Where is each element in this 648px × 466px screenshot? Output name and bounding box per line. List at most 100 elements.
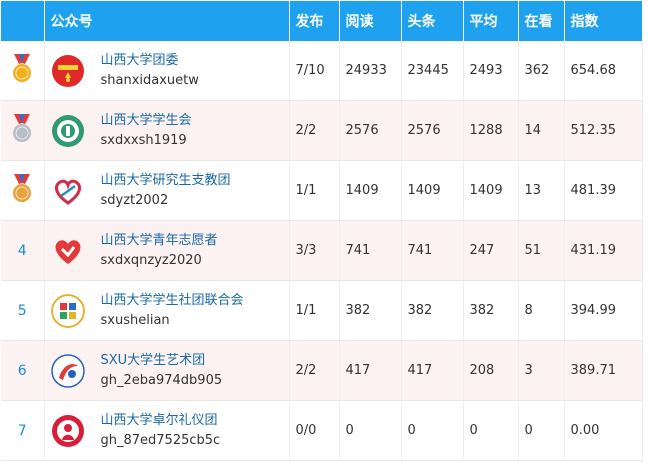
watching-value: 362 (518, 41, 565, 101)
rank-number: 7 (17, 422, 27, 439)
account-id: sdyzt2002 (100, 192, 169, 208)
gold-medal-icon (11, 53, 33, 88)
account-cell: 山西大学研究生支教团 sdyzt2002 (44, 160, 290, 221)
headline-value: 2576 (401, 100, 464, 161)
account-name[interactable]: 山西大学卓尔礼仪团 (101, 411, 221, 431)
rank-number: 4 (17, 242, 27, 259)
index-value[interactable]: 481.39 (564, 160, 643, 221)
rank-cell (1, 160, 45, 221)
heart-ribbon-icon[interactable] (51, 174, 85, 208)
header-account[interactable]: 公众号 (44, 1, 290, 41)
bronze-medal-icon (11, 173, 33, 208)
header-headline[interactable]: 头条 (401, 1, 464, 41)
table-row[interactable]: 山西大学学生会 sxdxxsh1919 2/2 2576 2576 1288 1… (1, 100, 643, 161)
header-published[interactable]: 发布 (289, 1, 340, 41)
account-name[interactable]: 山西大学学生会 (101, 111, 192, 131)
average-value: 247 (463, 220, 519, 281)
etiquette-team-icon[interactable] (51, 414, 85, 448)
watching-value: 51 (518, 220, 565, 281)
index-value[interactable]: 512.35 (564, 100, 643, 161)
published-value: 1/1 (289, 280, 340, 341)
account-name[interactable]: 山西大学研究生支教团 (101, 171, 231, 191)
reads-value: 24933 (339, 41, 402, 101)
published-value: 7/10 (289, 41, 340, 101)
header-index[interactable]: 指数 (564, 1, 643, 41)
index-value[interactable]: 394.99 (564, 280, 643, 341)
average-value: 0 (463, 400, 519, 461)
reads-value: 741 (339, 220, 402, 281)
reads-value: 2576 (339, 100, 402, 161)
account-name[interactable]: 山西大学青年志愿者 (101, 231, 218, 251)
rank-number: 6 (17, 362, 27, 379)
headline-value: 1409 (401, 160, 464, 221)
average-value: 382 (463, 280, 519, 341)
account-id: gh_2eba974db905 (100, 372, 223, 388)
account-id: gh_87ed7525cb5c (100, 432, 221, 448)
header-average[interactable]: 平均 (463, 1, 519, 41)
headline-value: 23445 (401, 41, 464, 101)
account-name[interactable]: 山西大学团委 (101, 51, 199, 71)
reads-value: 0 (339, 400, 402, 461)
account-cell: SXU大学生艺术团 gh_2eba974db905 (44, 340, 290, 401)
watching-value: 14 (518, 100, 565, 161)
rank-cell: 7 (1, 400, 45, 461)
table-row[interactable]: 6 SXU大学生艺术团 gh_2eba974db905 2/2 417 417 … (1, 340, 643, 401)
table-row[interactable]: 7 山西大学卓尔礼仪团 gh_87ed7525cb5c 0/0 0 0 0 0 … (1, 400, 643, 461)
club-union-icon[interactable] (50, 293, 85, 328)
rank-cell (1, 100, 45, 161)
ranking-table: 公众号 发布 阅读 头条 平均 在看 指数 山西大学团委 shanxidaxue… (1, 1, 643, 461)
header-rank (1, 1, 45, 41)
table-row[interactable]: 山西大学团委 shanxidaxuetw 7/10 24933 23445 24… (1, 41, 643, 101)
account-cell: 山西大学学生社团联合会 sxushelian (44, 280, 290, 341)
published-value: 1/1 (289, 160, 340, 221)
rank-cell: 5 (1, 280, 45, 341)
headline-value: 417 (401, 340, 464, 401)
table-row[interactable]: 山西大学研究生支教团 sdyzt2002 1/1 1409 1409 1409 … (1, 160, 643, 221)
published-value: 3/3 (289, 220, 340, 281)
average-value: 2493 (463, 41, 519, 101)
headline-value: 382 (401, 280, 464, 341)
index-value[interactable]: 389.71 (564, 340, 643, 401)
account-id: sxdxxsh1919 (100, 132, 187, 148)
header-watching[interactable]: 在看 (518, 1, 565, 41)
published-value: 2/2 (289, 340, 340, 401)
published-value: 0/0 (289, 400, 340, 461)
average-value: 1409 (463, 160, 519, 221)
watching-value: 13 (518, 160, 565, 221)
headline-value: 741 (401, 220, 464, 281)
rank-cell: 4 (1, 220, 45, 281)
table-row[interactable]: 4 山西大学青年志愿者 sxdxqnzyz2020 3/3 741 741 24… (1, 220, 643, 281)
reads-value: 382 (339, 280, 402, 341)
watching-value: 0 (518, 400, 565, 461)
headline-value: 0 (401, 400, 464, 461)
volunteer-heart-hand-icon[interactable] (51, 234, 85, 268)
rank-number: 5 (17, 302, 27, 319)
header-reads[interactable]: 阅读 (339, 1, 402, 41)
account-id: shanxidaxuetw (100, 72, 199, 88)
account-cell: 山西大学学生会 sxdxxsh1919 (44, 100, 290, 161)
account-cell: 山西大学团委 shanxidaxuetw (44, 41, 290, 101)
ranking-panel: 公众号 发布 阅读 头条 平均 在看 指数 山西大学团委 shanxidaxue… (0, 0, 648, 466)
index-value[interactable]: 654.68 (564, 41, 643, 101)
table-header-row: 公众号 发布 阅读 头条 平均 在看 指数 (1, 1, 643, 41)
rank-cell (1, 41, 45, 101)
watching-value: 3 (518, 340, 565, 401)
published-value: 2/2 (289, 100, 340, 161)
account-name[interactable]: 山西大学学生社团联合会 (101, 291, 244, 311)
account-cell: 山西大学卓尔礼仪团 gh_87ed7525cb5c (44, 400, 290, 461)
student-union-icon[interactable] (51, 114, 85, 148)
art-troupe-icon[interactable] (50, 353, 85, 388)
index-value[interactable]: 0.00 (564, 400, 643, 461)
rank-cell: 6 (1, 340, 45, 401)
communist-youth-league-icon[interactable] (51, 54, 85, 88)
silver-medal-icon (11, 113, 33, 148)
reads-value: 417 (339, 340, 402, 401)
account-id: sxdxqnzyz2020 (100, 252, 202, 268)
average-value: 208 (463, 340, 519, 401)
account-cell: 山西大学青年志愿者 sxdxqnzyz2020 (44, 220, 290, 281)
account-id: sxushelian (100, 312, 170, 328)
index-value[interactable]: 431.19 (564, 220, 643, 281)
average-value: 1288 (463, 100, 519, 161)
account-name[interactable]: SXU大学生艺术团 (101, 351, 223, 371)
table-row[interactable]: 5 山西大学学生社团联合会 sxushelian 1/1 382 382 382… (1, 280, 643, 341)
